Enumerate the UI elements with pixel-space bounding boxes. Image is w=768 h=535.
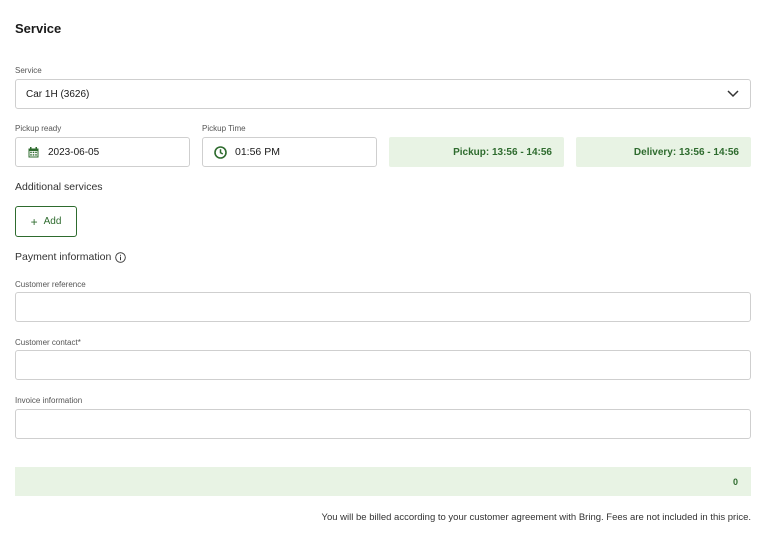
pickup-ready-label: Pickup ready <box>15 124 62 133</box>
customer-contact-label: Customer contact* <box>15 338 81 347</box>
invoice-information-input[interactable] <box>15 409 751 439</box>
total-price-value: 0 <box>732 476 738 487</box>
section-title: Service <box>15 21 62 36</box>
add-service-button[interactable]: + Add <box>15 206 77 237</box>
info-icon[interactable] <box>115 251 127 263</box>
payment-information-heading: Payment information <box>15 251 127 263</box>
chevron-down-icon[interactable] <box>726 87 740 101</box>
invoice-information-label: Invoice information <box>15 396 83 405</box>
pickup-time-field[interactable]: 01:56 PM <box>202 137 377 167</box>
service-select[interactable]: Car 1H (3626) <box>15 79 751 109</box>
service-select-value: Car 1H (3626) <box>26 88 90 100</box>
plus-icon: + <box>30 214 38 229</box>
customer-contact-input[interactable] <box>15 350 751 380</box>
clock-icon <box>213 145 227 159</box>
calendar-icon <box>26 145 40 159</box>
total-price-bar: 0 <box>15 467 751 496</box>
pickup-time-value: 01:56 PM <box>235 146 280 158</box>
delivery-window-badge: Delivery: 13:56 - 14:56 <box>576 137 751 167</box>
pickup-ready-date-field[interactable]: 2023-06-05 <box>15 137 190 167</box>
service-label: Service <box>15 66 42 75</box>
pickup-time-label: Pickup Time <box>202 124 246 133</box>
pickup-window-badge: Pickup: 13:56 - 14:56 <box>389 137 564 167</box>
customer-reference-input[interactable] <box>15 292 751 322</box>
add-button-label: Add <box>43 216 62 227</box>
customer-reference-label: Customer reference <box>15 280 86 289</box>
billing-footnote: You will be billed according to your cus… <box>321 512 752 523</box>
pickup-ready-value: 2023-06-05 <box>48 146 100 158</box>
payment-information-label: Payment information <box>15 251 112 263</box>
additional-services-label: Additional services <box>15 181 103 193</box>
